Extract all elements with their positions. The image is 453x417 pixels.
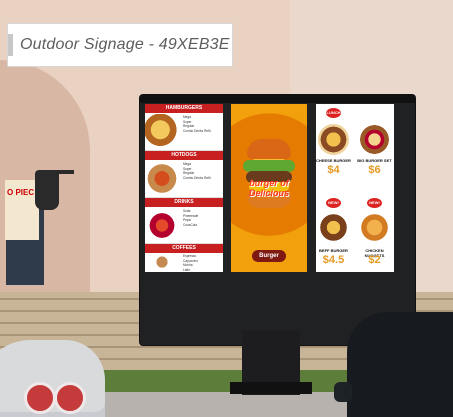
menu-item: Combo Drinks Refil.	[183, 175, 212, 180]
outdoor-signage-scene: O PIEC HAMBURGERS Mega Super Regular Com…	[0, 0, 453, 417]
coffee-image	[145, 254, 179, 272]
menu-section-title-hamburgers: HAMBURGERS	[145, 104, 223, 113]
promo-badge: NEW!	[326, 198, 341, 208]
left-menu-screen: HAMBURGERS Mega Super Regular Combo Drin…	[145, 104, 223, 272]
promo-item-name: BIG BURGER SET	[357, 158, 392, 163]
promo-brand: Burger	[252, 250, 286, 262]
menu-section-title-coffees: COFFEES	[145, 244, 223, 253]
promo-badge: LUNCH SPECIAL	[326, 108, 344, 125]
promo-item-name: CHEESE BURGER	[316, 158, 351, 163]
poster-text: O PIEC	[7, 188, 35, 197]
car-taillight-right	[54, 382, 86, 414]
promo-item-chicken-nuggets: NEW! CHICKEN NUGGETS $2	[357, 194, 392, 272]
product-label: Outdoor Signage - 49XEB3E	[7, 23, 233, 67]
promo-item-cheese-burger: LUNCH SPECIAL CHEESE BURGER $4	[316, 104, 351, 182]
menu-section-title-hotdogs: HOTDOGS	[145, 151, 223, 160]
right-promo-screen: LUNCH SPECIAL CHEESE BURGER $4 BIG BURGE…	[316, 104, 394, 272]
car-mirror	[334, 382, 352, 402]
menu-section-title-drinks: DRINKS	[145, 198, 223, 207]
hamburger-image	[145, 114, 179, 149]
burger-bun-top	[247, 139, 291, 159]
promo-item-price: $2	[368, 254, 381, 266]
car-taillight-left	[24, 382, 56, 414]
product-title: Outdoor Signage - 49XEB3E	[20, 36, 230, 53]
hamburger-items: Mega Super Regular Combo Drinks Refil.	[183, 115, 221, 133]
menu-item: Combo Drinks Refil.	[183, 128, 212, 133]
cheese-burger-image	[318, 124, 349, 155]
hotdog-items: Mega Super Regular Combo Drinks Refil.	[183, 162, 221, 180]
promo-badge: NEW!	[367, 198, 382, 208]
promo-item-price: $4	[327, 164, 340, 176]
menu-item: CocaCola	[183, 222, 197, 227]
promo-item-beef-burger: NEW! BEFF BURGER $4.5	[316, 194, 351, 272]
promo-item-price: $6	[368, 164, 381, 176]
window-poster: O PIEC	[5, 180, 39, 240]
chicken-nuggets-image	[359, 212, 390, 243]
big-burger-set-image	[359, 124, 390, 155]
promo-item-name: BEFF BURGER	[319, 248, 348, 253]
beef-burger-image	[318, 212, 349, 243]
drink-items: Soda Pineeeade Pepsi CocaCola	[183, 209, 221, 227]
promo-item-price: $4.5	[322, 254, 345, 266]
right-car	[347, 312, 453, 417]
promo-title: burger of Delicious	[248, 178, 289, 198]
kiosk-top-bar	[140, 95, 415, 103]
label-tab	[8, 34, 13, 56]
center-promo-screen: burger of Delicious Burger	[231, 104, 307, 272]
promo-item-big-burger-set: BIG BURGER SET $6	[357, 104, 392, 182]
drink-image	[145, 208, 179, 243]
menu-item: Latte	[183, 267, 191, 272]
coffee-items: Espresso Capuccino Mocha Latte	[183, 254, 221, 272]
kiosk-base	[230, 382, 312, 394]
hotdog-image	[145, 161, 179, 196]
wall-lamp-icon	[35, 170, 59, 210]
